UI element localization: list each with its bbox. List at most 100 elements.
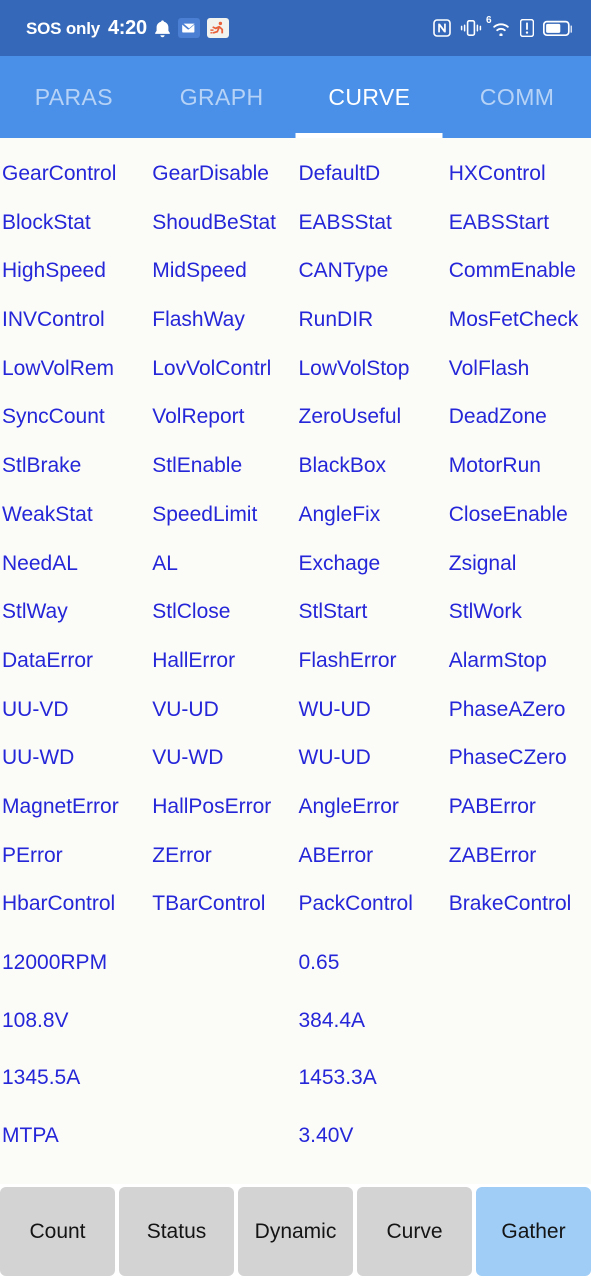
grid-cell[interactable]: DefaultD bbox=[295, 160, 441, 187]
tab-comm[interactable]: COMM bbox=[443, 56, 591, 138]
grid-cell[interactable]: MidSpeed bbox=[144, 257, 294, 284]
grid-cell[interactable]: EABSStat bbox=[295, 209, 441, 236]
grid-cell[interactable]: HallError bbox=[144, 647, 294, 674]
app-root: SOS only 4:20 6 PARAS GRAPH CURVE COMM G… bbox=[0, 0, 591, 1280]
grid-row: MagnetError HallPosError AngleError PABE… bbox=[0, 793, 591, 842]
grid-cell[interactable]: Exchage bbox=[295, 550, 441, 577]
grid-cell[interactable]: StlBrake bbox=[0, 452, 144, 479]
grid-cell[interactable]: UU-VD bbox=[0, 696, 144, 723]
grid-cell[interactable]: WeakStat bbox=[0, 501, 144, 528]
value-cell[interactable]: MTPA bbox=[0, 1122, 147, 1149]
grid-cell[interactable]: EABSStart bbox=[441, 209, 591, 236]
tab-curve[interactable]: CURVE bbox=[296, 56, 444, 138]
grid-cell[interactable]: FlashWay bbox=[144, 306, 294, 333]
grid-cell[interactable]: HighSpeed bbox=[0, 257, 144, 284]
grid-cell[interactable]: VU-WD bbox=[144, 744, 294, 771]
grid-cell[interactable]: RunDIR bbox=[295, 306, 441, 333]
grid-cell[interactable]: StlWay bbox=[0, 598, 144, 625]
grid-cell[interactable]: HbarControl bbox=[0, 890, 144, 917]
grid-cell[interactable]: ZError bbox=[144, 842, 294, 869]
grid-cell[interactable]: PhaseCZero bbox=[441, 744, 591, 771]
grid-cell[interactable]: TBarControl bbox=[144, 890, 294, 917]
gather-button[interactable]: Gather bbox=[476, 1187, 591, 1276]
count-button[interactable]: Count bbox=[0, 1187, 115, 1276]
grid-cell[interactable]: StlWork bbox=[441, 598, 591, 625]
tab-paras[interactable]: PARAS bbox=[0, 56, 148, 138]
value-cell[interactable]: 384.4A bbox=[295, 1007, 444, 1034]
grid-cell[interactable]: StlClose bbox=[144, 598, 294, 625]
nfc-icon bbox=[433, 19, 451, 37]
carrier-label: SOS only bbox=[26, 18, 100, 38]
grid-cell[interactable]: VolReport bbox=[144, 403, 294, 430]
grid-row: HbarControl TBarControl PackControl Brak… bbox=[0, 890, 591, 939]
grid-row: BlockStat ShoudBeStat EABSStat EABSStart bbox=[0, 209, 591, 258]
grid-cell[interactable]: HXControl bbox=[441, 160, 591, 187]
grid-cell[interactable]: INVControl bbox=[0, 306, 144, 333]
grid-cell[interactable]: PackControl bbox=[295, 890, 441, 917]
grid-row: DataError HallError FlashError AlarmStop bbox=[0, 647, 591, 696]
grid-cell[interactable]: VolFlash bbox=[441, 355, 591, 382]
grid-row: LowVolRem LovVolContrl LowVolStop VolFla… bbox=[0, 355, 591, 404]
grid-cell[interactable]: SyncCount bbox=[0, 403, 144, 430]
grid-cell[interactable]: BlackBox bbox=[295, 452, 441, 479]
grid-row: INVControl FlashWay RunDIR MosFetCheck bbox=[0, 306, 591, 355]
grid-cell[interactable]: UU-WD bbox=[0, 744, 144, 771]
grid-cell[interactable]: BrakeControl bbox=[441, 890, 591, 917]
grid-cell[interactable]: AlarmStop bbox=[441, 647, 591, 674]
grid-row: HighSpeed MidSpeed CANType CommEnable bbox=[0, 257, 591, 306]
grid-cell[interactable]: AngleFix bbox=[295, 501, 441, 528]
grid-cell[interactable]: SpeedLimit bbox=[144, 501, 294, 528]
grid-cell[interactable]: DeadZone bbox=[441, 403, 591, 430]
grid-cell[interactable]: LowVolRem bbox=[0, 355, 144, 382]
grid-cell[interactable]: AngleError bbox=[295, 793, 441, 820]
grid-cell[interactable]: PhaseAZero bbox=[441, 696, 591, 723]
status-button[interactable]: Status bbox=[119, 1187, 234, 1276]
grid-cell[interactable]: LowVolStop bbox=[295, 355, 441, 382]
grid-cell[interactable]: CommEnable bbox=[441, 257, 591, 284]
grid-cell[interactable]: LovVolContrl bbox=[144, 355, 294, 382]
grid-cell[interactable]: ZeroUseful bbox=[295, 403, 441, 430]
grid-cell[interactable]: MagnetError bbox=[0, 793, 144, 820]
grid-cell[interactable]: FlashError bbox=[295, 647, 441, 674]
value-cell[interactable]: 0.65 bbox=[295, 949, 444, 976]
grid-cell[interactable]: WU-UD bbox=[295, 744, 441, 771]
value-cell[interactable]: 108.8V bbox=[0, 1007, 147, 1034]
grid-cell[interactable]: StlStart bbox=[295, 598, 441, 625]
value-cell[interactable]: 1345.5A bbox=[0, 1064, 147, 1091]
grid-cell[interactable]: WU-UD bbox=[295, 696, 441, 723]
grid-cell[interactable]: NeedAL bbox=[0, 550, 144, 577]
battery-icon bbox=[543, 20, 573, 37]
grid-cell[interactable]: VU-UD bbox=[144, 696, 294, 723]
grid-cell[interactable]: DataError bbox=[0, 647, 144, 674]
grid-cell[interactable]: PError bbox=[0, 842, 144, 869]
grid-cell[interactable]: GearControl bbox=[0, 160, 144, 187]
grid-row: StlBrake StlEnable BlackBox MotorRun bbox=[0, 452, 591, 501]
grid-row: SyncCount VolReport ZeroUseful DeadZone bbox=[0, 403, 591, 452]
grid-cell[interactable]: HallPosError bbox=[144, 793, 294, 820]
grid-cell[interactable]: ZABError bbox=[441, 842, 591, 869]
grid-cell[interactable]: Zsignal bbox=[441, 550, 591, 577]
dynamic-button[interactable]: Dynamic bbox=[238, 1187, 353, 1276]
message-icon bbox=[177, 18, 200, 38]
curve-button[interactable]: Curve bbox=[357, 1187, 472, 1276]
fitness-icon bbox=[206, 18, 229, 38]
grid-cell[interactable]: CloseEnable bbox=[441, 501, 591, 528]
value-cell[interactable]: 3.40V bbox=[295, 1122, 444, 1149]
grid-cell[interactable]: MotorRun bbox=[441, 452, 591, 479]
grid-cell[interactable]: CANType bbox=[295, 257, 441, 284]
grid-cell[interactable]: ShoudBeStat bbox=[144, 209, 294, 236]
grid-cell[interactable]: ABError bbox=[295, 842, 441, 869]
grid-cell[interactable]: AL bbox=[144, 550, 294, 577]
value-cell[interactable]: 12000RPM bbox=[0, 949, 147, 976]
wifi-6-icon: 6 bbox=[486, 16, 511, 36]
value-row: 1345.5A 1453.3A bbox=[0, 1064, 591, 1122]
grid-cell[interactable]: MosFetCheck bbox=[441, 306, 591, 333]
alert-icon bbox=[520, 19, 534, 37]
grid-cell[interactable]: StlEnable bbox=[144, 452, 294, 479]
tab-graph[interactable]: GRAPH bbox=[148, 56, 296, 138]
value-cell[interactable]: 1453.3A bbox=[295, 1064, 444, 1091]
grid-cell[interactable]: GearDisable bbox=[144, 160, 294, 187]
vibrate-icon bbox=[460, 19, 482, 37]
grid-cell[interactable]: BlockStat bbox=[0, 209, 144, 236]
grid-cell[interactable]: PABError bbox=[441, 793, 591, 820]
